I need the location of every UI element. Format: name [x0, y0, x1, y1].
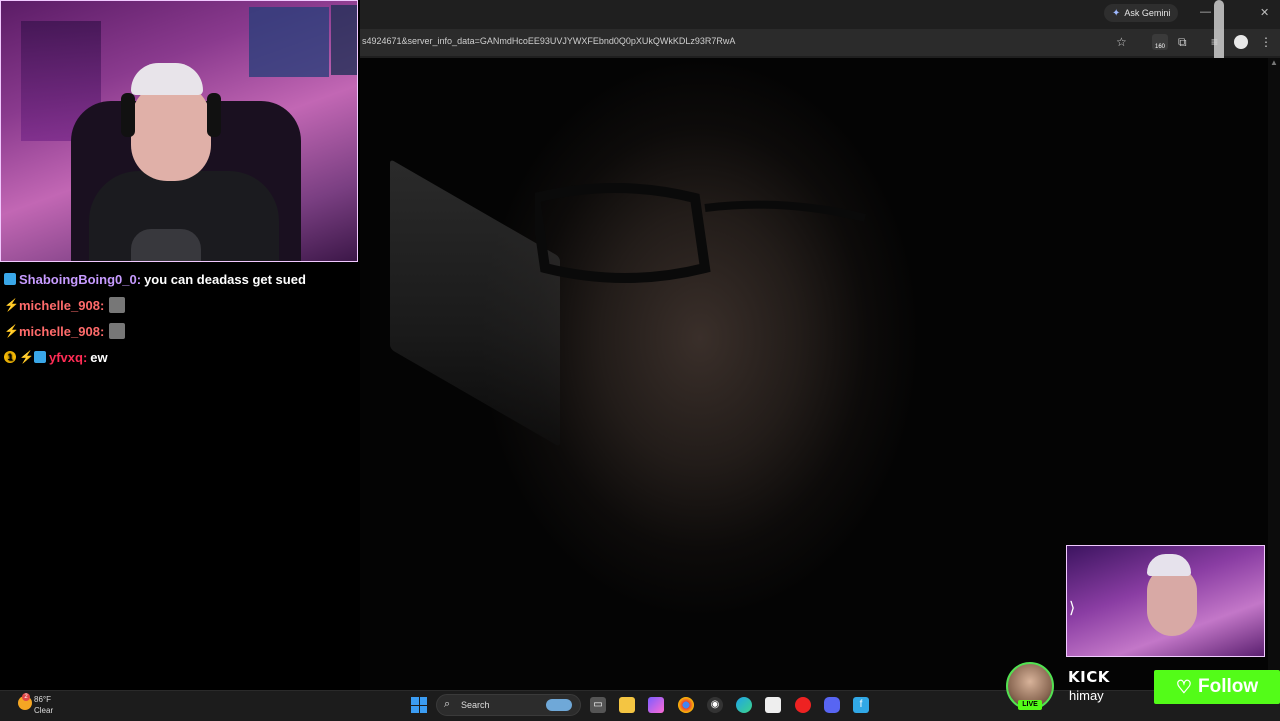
scroll-up-icon[interactable]: ▲	[1270, 58, 1278, 67]
search-icon: ⌕	[444, 698, 451, 710]
headphone-shape	[121, 93, 135, 137]
start-tile	[419, 697, 427, 705]
mini-camera[interactable]: ⟩	[1066, 545, 1265, 657]
extension-badge-count: 160	[1154, 44, 1165, 50]
chat-username[interactable]: yfvxq:	[49, 350, 87, 365]
poster-shape	[331, 5, 357, 75]
youtube-music-icon[interactable]	[795, 697, 811, 713]
chat-message: ⚡ michelle_908:	[4, 318, 364, 344]
chat-emote	[109, 323, 126, 339]
star-icon[interactable]: ☆	[1116, 35, 1127, 49]
start-tile	[411, 705, 419, 713]
chat-username[interactable]: ShaboingBoing0_0:	[19, 272, 141, 287]
start-tile	[411, 697, 419, 705]
expand-arrow-icon[interactable]: ⟩	[1069, 598, 1075, 618]
wand-badge-icon: ⚡	[19, 350, 34, 364]
ask-gemini-label: Ask Gemini	[1124, 8, 1171, 18]
weather-temperature[interactable]: 86°F	[34, 695, 51, 704]
chat-message: ShaboingBoing0_0: you can deadass get su…	[4, 266, 364, 292]
start-tile	[419, 705, 427, 713]
task-view-icon[interactable]: ▭	[590, 697, 606, 713]
heart-icon: ♡	[1175, 676, 1192, 697]
gemini-sparkle-icon: ✦	[1112, 7, 1121, 19]
microphone-shape	[131, 229, 201, 261]
notification-badge: 2	[22, 693, 30, 701]
kick-username: himay	[1069, 688, 1104, 703]
chat-message: 1 ⚡ yfvxq: ew	[4, 344, 364, 370]
chat-message: ⚡ michelle_908:	[4, 292, 364, 318]
follow-label: Follow	[1197, 676, 1259, 697]
search-label: Search	[461, 700, 490, 710]
close-window-button[interactable]: ✕	[1260, 6, 1269, 19]
chat-overlay: ShaboingBoing0_0: you can deadass get su…	[4, 266, 364, 370]
search-highlight-icon	[546, 699, 572, 711]
folder-icon[interactable]	[619, 697, 635, 713]
chat-text: you can deadass get sued	[144, 271, 306, 287]
browser-window: ✦ Ask Gemini — ✕ s4924671&server_info_da…	[360, 0, 1280, 76]
poster-shape	[249, 7, 329, 77]
chrome-icon[interactable]	[678, 697, 694, 713]
headphone-shape	[207, 93, 221, 137]
streamer-facecam	[0, 0, 358, 262]
kick-logo: KICK	[1068, 668, 1110, 686]
head-shape	[131, 81, 211, 181]
chat-emote	[109, 297, 126, 313]
subscriber-badge-icon	[4, 273, 16, 285]
app-icon[interactable]: f	[853, 697, 869, 713]
obs-icon[interactable]: ◉	[707, 697, 723, 713]
head-shape	[1147, 566, 1197, 636]
tab-strip: ✦ Ask Gemini — ✕	[360, 0, 1280, 28]
subscriber-badge-icon	[34, 351, 46, 363]
cap-shape	[1147, 554, 1191, 576]
weather-condition[interactable]: Clear	[34, 706, 53, 715]
chat-username[interactable]: michelle_908:	[19, 324, 104, 339]
wand-badge-icon: ⚡	[4, 324, 19, 338]
copilot-icon[interactable]	[648, 697, 664, 713]
taskbar-search[interactable]: ⌕ Search	[436, 694, 581, 716]
url-text[interactable]: s4924671&server_info_data=GANmdHcoEE93UV…	[362, 36, 735, 46]
edge-icon[interactable]	[736, 697, 752, 713]
glasses-shape	[535, 183, 866, 283]
chat-username[interactable]: michelle_908:	[19, 298, 104, 313]
chat-text: ew	[90, 349, 108, 365]
ask-gemini-button[interactable]: ✦ Ask Gemini	[1104, 4, 1179, 22]
store-icon[interactable]	[765, 697, 781, 713]
extensions-icon[interactable]: ⧉	[1178, 35, 1187, 50]
discord-icon[interactable]	[824, 697, 840, 713]
live-badge: LIVE	[1018, 700, 1042, 710]
follow-button[interactable]: ♡ Follow	[1154, 670, 1280, 704]
start-button[interactable]	[411, 697, 427, 713]
address-bar[interactable]: s4924671&server_info_data=GANmdHcoEE93UV…	[360, 29, 1280, 56]
profile-avatar[interactable]	[1234, 35, 1248, 49]
wand-badge-icon: ⚡	[4, 298, 19, 312]
minimize-button[interactable]: —	[1200, 6, 1211, 18]
page-scrollbar[interactable]: ▲	[1268, 58, 1280, 690]
menu-icon[interactable]: ⋮	[1260, 35, 1272, 49]
cap-shape	[131, 63, 203, 95]
tier-badge-icon: 1	[4, 351, 16, 363]
extension-icon[interactable]: 160	[1152, 34, 1168, 50]
